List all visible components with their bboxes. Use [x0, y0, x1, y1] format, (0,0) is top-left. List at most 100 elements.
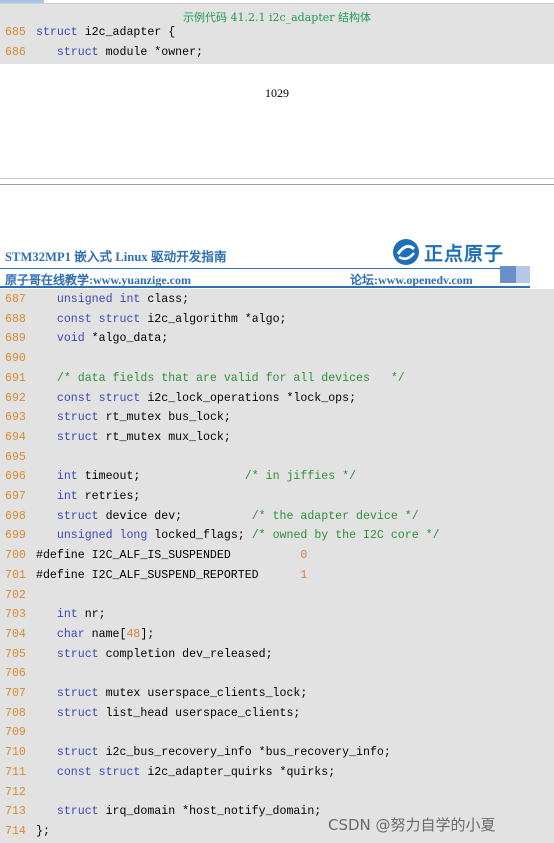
line-number: 686 [5, 46, 26, 59]
line-number: 697 [5, 490, 26, 503]
code-comment: /* data fields that are valid for all de… [56, 371, 405, 385]
code-line: 708 struct list_head userspace_clients; [0, 704, 300, 724]
code-text: i2c_bus_recovery_info *bus_recovery_info… [98, 746, 391, 760]
code-block-main: 687 unsigned int class; 688 const struct … [0, 289, 554, 843]
code-text: retries; [77, 490, 141, 503]
line-number: 692 [5, 391, 26, 405]
code-text: i2c_adapter_quirks *quirks; [140, 765, 336, 779]
line-number: 688 [5, 312, 26, 326]
page-break-line-dark [0, 184, 554, 185]
code-line: 696 int timeout; /* in jiffies */ [0, 467, 356, 487]
code-text: timeout; [77, 470, 245, 484]
code-line: 686 struct module *owner; [0, 43, 203, 63]
code-line: 709 [0, 723, 36, 743]
line-number: 685 [5, 26, 26, 39]
code-text: locked_flags; [147, 529, 252, 543]
code-line: 706 [0, 664, 36, 684]
code-line: 691 /* data fields that are valid for al… [0, 369, 405, 389]
code-text: irq_domain *host_notify_domain; [98, 805, 322, 819]
brand-logo: 正点原子 [392, 236, 532, 268]
code-text: class; [140, 293, 190, 306]
code-text: i2c_algorithm *algo; [140, 312, 287, 326]
line-number: 703 [5, 608, 26, 622]
code-text: list_head userspace_clients; [98, 706, 301, 720]
code-line: 712 [0, 783, 36, 803]
line-number: 707 [5, 687, 26, 700]
header-rule-bottom [0, 286, 530, 288]
code-keyword: char [56, 627, 85, 641]
code-line: 690 [0, 349, 36, 369]
code-keyword: unsigned int [56, 293, 141, 306]
code-number: 0 [300, 549, 308, 563]
code-keyword: struct [56, 706, 99, 720]
code-text: i2c_adapter { [77, 26, 176, 39]
line-number: 710 [5, 746, 26, 760]
code-text: rt_mutex bus_lock; [98, 411, 231, 425]
code-comment: /* in jiffies */ [244, 470, 357, 484]
code-text: name[ [84, 627, 127, 641]
code-keyword: const struct [56, 765, 141, 779]
line-number: 712 [5, 785, 26, 799]
code-text: i2c_lock_operations *lock_ops; [140, 391, 357, 405]
code-line: 695 [0, 448, 36, 468]
code-keyword: struct [56, 430, 99, 444]
code-keyword: struct [56, 647, 99, 661]
code-text: #define I2C_ALF_IS_SUSPENDED [36, 549, 301, 563]
code-text: rt_mutex mux_lock; [98, 430, 231, 444]
code-number: 48 [126, 627, 141, 641]
code-line: 698 struct device dev; /* the adapter de… [0, 507, 419, 527]
code-keyword: struct [56, 746, 99, 760]
line-number: 714 [5, 824, 26, 838]
code-keyword: const struct [56, 391, 141, 405]
code-keyword: int [56, 490, 78, 503]
code-line: 700 #define I2C_ALF_IS_SUSPENDED 0 [0, 546, 307, 566]
page-header-title: STM32MP1 嵌入式 Linux 驱动开发指南 [5, 250, 227, 264]
line-number: 706 [5, 667, 26, 681]
header-accent-block-light [516, 266, 530, 283]
page-break-line-light [0, 178, 554, 179]
code-line: 689 void *algo_data; [0, 329, 168, 349]
code-keyword: int [56, 470, 78, 484]
code-keyword: unsigned long [56, 529, 148, 543]
code-line: 710 struct i2c_bus_recovery_info *bus_re… [0, 743, 391, 763]
brand-logo-text: 正点原子 [424, 243, 505, 265]
line-number: 701 [5, 568, 26, 582]
code-text: #define I2C_ALF_SUSPEND_REPORTED [36, 568, 301, 582]
code-line: 699 unsigned long locked_flags; /* owned… [0, 526, 440, 546]
code-line: 693 struct rt_mutex bus_lock; [0, 408, 231, 428]
line-number: 711 [5, 765, 26, 779]
line-number: 696 [5, 470, 26, 484]
code-text: mutex userspace_clients_lock; [98, 687, 308, 700]
line-number: 695 [5, 450, 26, 464]
code-block-top: 示例代码 41.2.1 i2c_adapter 结构体 685 struct i2… [0, 4, 554, 64]
page-number: 1029 [265, 86, 289, 100]
line-number: 694 [5, 430, 26, 444]
line-number: 687 [5, 293, 26, 306]
line-number: 700 [5, 549, 26, 563]
code-keyword: void [56, 332, 85, 346]
line-number: 702 [5, 588, 26, 602]
line-number: 690 [5, 352, 26, 366]
code-text: nr; [77, 608, 106, 622]
code-line: 694 struct rt_mutex mux_lock; [0, 428, 231, 448]
code-keyword: const struct [56, 312, 141, 326]
code-line: 685 struct i2c_adapter { [0, 23, 175, 43]
line-number: 689 [5, 332, 26, 346]
code-text: }; [36, 824, 50, 838]
code-keyword: struct [56, 805, 99, 819]
